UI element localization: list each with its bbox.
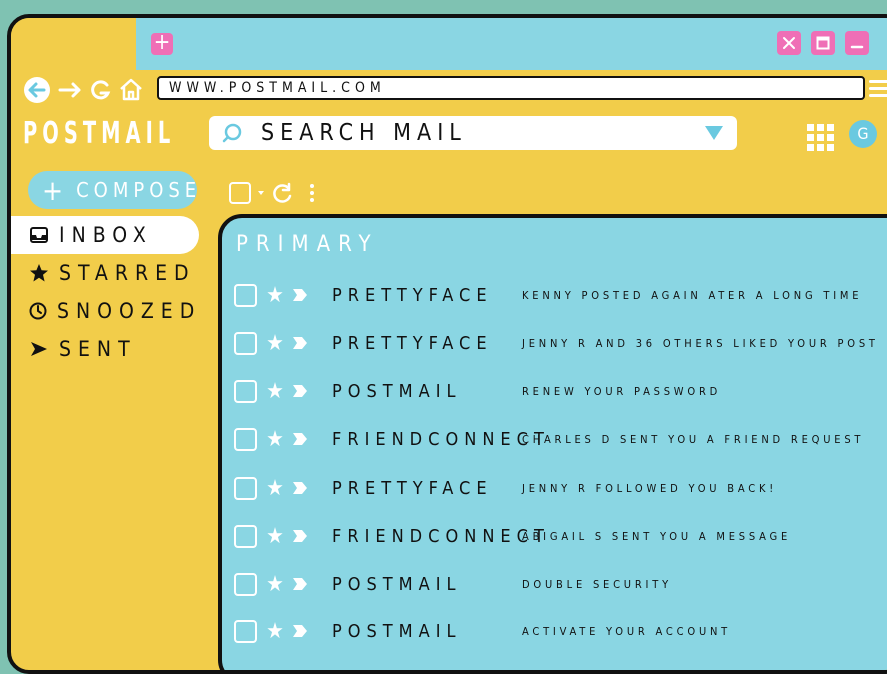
email-checkbox[interactable]	[234, 572, 257, 596]
email-row[interactable]: ★ POSTMAIL DOUBLE SECURITY	[234, 569, 887, 599]
email-sender: POSTMAIL	[332, 620, 462, 642]
importance-marker-icon[interactable]	[292, 528, 308, 544]
sidebar-item-snoozed[interactable]: SNOOZED	[11, 292, 201, 330]
compose-label: COMPOSE	[76, 178, 202, 202]
url-field[interactable]: WWW.POSTMAIL.COM	[157, 76, 865, 100]
select-dropdown-icon[interactable]	[257, 189, 265, 197]
back-button[interactable]	[23, 76, 53, 104]
star-icon[interactable]: ★	[264, 331, 286, 356]
tab-strip	[136, 18, 887, 70]
email-checkbox[interactable]	[234, 331, 257, 355]
email-subject: ACTIVATE YOUR ACCOUNT	[522, 624, 732, 638]
forward-button[interactable]	[57, 76, 85, 104]
email-row[interactable]: ★ POSTMAIL RENEW YOUR PASSWORD	[234, 376, 887, 406]
email-sender: PRETTYFACE	[332, 332, 493, 354]
maximize-window-button[interactable]	[811, 31, 835, 55]
sidebar-item-label: SNOOZED	[57, 299, 202, 323]
email-sender: FRIENDCONNECT	[332, 525, 550, 547]
email-checkbox[interactable]	[234, 283, 257, 307]
email-checkbox[interactable]	[234, 427, 257, 451]
email-sender: FRIENDCONNECT	[332, 428, 550, 450]
sidebar-item-sent[interactable]: SENT	[11, 330, 201, 368]
email-row[interactable]: ★ FRIENDCONNECT CHARLES D SENT YOU A FRIEN…	[234, 424, 887, 454]
importance-marker-icon[interactable]	[292, 335, 308, 351]
star-icon[interactable]: ★	[264, 572, 286, 597]
email-subject: ABIGAIL S SENT YOU A MESSAGE	[522, 529, 792, 543]
importance-marker-icon[interactable]	[292, 431, 308, 447]
refresh-icon[interactable]	[271, 181, 295, 205]
new-tab-button[interactable]: +	[151, 32, 173, 55]
browser-menu-button[interactable]	[869, 80, 887, 101]
importance-marker-icon[interactable]	[292, 383, 308, 399]
email-subject: CHARLES D SENT YOU A FRIEND REQUEST	[522, 432, 865, 446]
clock-icon	[29, 302, 47, 320]
back-arrow-icon	[24, 77, 50, 103]
star-icon[interactable]: ★	[264, 427, 286, 452]
sidebar-item-starred[interactable]: STARRED	[11, 254, 201, 292]
close-window-button[interactable]	[777, 31, 801, 55]
search-placeholder: SEARCH MAIL	[261, 120, 467, 146]
star-icon[interactable]: ★	[264, 283, 286, 308]
select-all-checkbox[interactable]	[229, 182, 251, 204]
email-row[interactable]: ★ PRETTYFACE JENNY R AND 36 OTHERS LIKED Y…	[234, 328, 887, 358]
email-subject: DOUBLE SECURITY	[522, 577, 672, 591]
importance-marker-icon[interactable]	[292, 576, 308, 592]
email-subject: JENNY R FOLLOWED YOU BACK!	[522, 481, 778, 495]
search-options-dropdown-icon[interactable]	[705, 126, 723, 140]
apps-grid-icon[interactable]	[807, 124, 834, 151]
mail-toolbar	[229, 181, 317, 205]
email-subject: KENNY POSTED AGAIN ATER A LONG TIME	[522, 288, 863, 302]
send-icon	[29, 341, 49, 357]
email-sender: PRETTYFACE	[332, 477, 493, 499]
star-icon[interactable]: ★	[264, 379, 286, 404]
email-checkbox[interactable]	[234, 619, 257, 643]
email-checkbox[interactable]	[234, 476, 257, 500]
sidebar-nav: INBOX STARRED SNOOZED SENT	[11, 216, 201, 368]
home-button[interactable]	[117, 76, 145, 104]
browser-window: + WWW.POSTMAIL.COM POSTMAIL SEARCH MAIL …	[7, 14, 887, 674]
primary-tab-title[interactable]: PRIMARY	[236, 232, 379, 257]
sidebar-item-inbox[interactable]: INBOX	[11, 216, 199, 254]
inbox-icon	[29, 227, 49, 243]
email-sender: PRETTYFACE	[332, 284, 493, 306]
email-row[interactable]: ★ FRIENDCONNECT ABIGAIL S SENT YOU A MESSA…	[234, 521, 887, 551]
home-icon	[120, 78, 142, 101]
plus-icon: +	[42, 173, 69, 207]
star-icon	[29, 263, 49, 283]
active-tab[interactable]	[11, 18, 136, 70]
app-logo: POSTMAIL	[23, 116, 176, 151]
importance-marker-icon[interactable]	[292, 623, 308, 639]
star-icon[interactable]: ★	[264, 524, 286, 549]
importance-marker-icon[interactable]	[292, 480, 308, 496]
close-icon	[783, 37, 795, 49]
star-icon[interactable]: ★	[264, 476, 286, 501]
email-row[interactable]: ★ PRETTYFACE KENNY POSTED AGAIN ATER A LON…	[234, 280, 887, 310]
sidebar-item-label: SENT	[59, 337, 137, 361]
more-options-icon[interactable]	[307, 181, 317, 205]
email-row[interactable]: ★ POSTMAIL ACTIVATE YOUR ACCOUNT	[234, 616, 887, 646]
email-sender: POSTMAIL	[332, 573, 462, 595]
minimize-icon	[850, 45, 864, 49]
sidebar-item-label: STARRED	[59, 261, 196, 285]
reload-icon	[91, 80, 111, 100]
search-mail-input[interactable]: SEARCH MAIL	[209, 116, 737, 150]
star-icon[interactable]: ★	[264, 619, 286, 644]
inbox-panel: PRIMARY ★ PRETTYFACE KENNY POSTED AGAIN AT…	[218, 214, 887, 670]
minimize-window-button[interactable]	[845, 31, 869, 55]
address-bar-row: WWW.POSTMAIL.COM	[23, 76, 887, 104]
compose-button[interactable]: + COMPOSE	[28, 171, 197, 209]
forward-arrow-icon	[58, 82, 81, 98]
email-subject: JENNY R AND 36 OTHERS LIKED YOUR POST	[522, 336, 879, 350]
email-checkbox[interactable]	[234, 379, 257, 403]
email-subject: RENEW YOUR PASSWORD	[522, 384, 722, 398]
maximize-icon	[816, 36, 830, 50]
sidebar-item-label: INBOX	[59, 223, 153, 247]
reload-button[interactable]	[89, 76, 113, 104]
importance-marker-icon[interactable]	[292, 287, 308, 303]
email-row[interactable]: ★ PRETTYFACE JENNY R FOLLOWED YOU BACK!	[234, 473, 887, 503]
search-icon	[222, 123, 242, 143]
account-avatar[interactable]: G	[849, 120, 877, 148]
email-checkbox[interactable]	[234, 524, 257, 548]
email-sender: POSTMAIL	[332, 380, 462, 402]
